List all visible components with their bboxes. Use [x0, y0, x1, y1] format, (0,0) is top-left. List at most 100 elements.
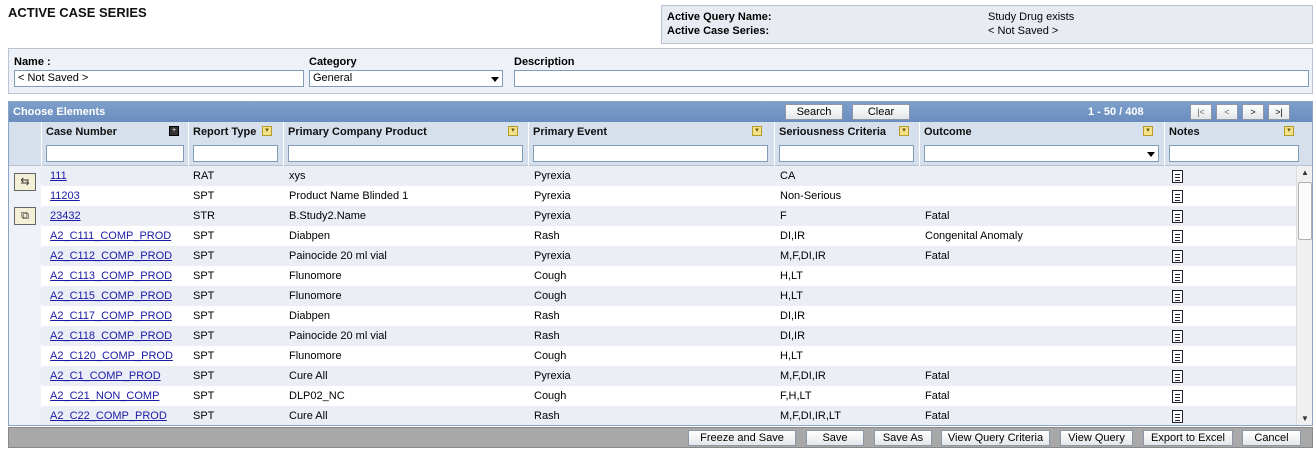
- table-row[interactable]: A2_C115_COMP_PROD SPT Flunomore Cough H,LT: [41, 286, 1297, 306]
- sort-icon[interactable]: ▾: [1143, 126, 1153, 136]
- table-row[interactable]: 111 RAT xys Pyrexia CA: [41, 166, 1297, 186]
- name-input[interactable]: < Not Saved >: [14, 70, 304, 87]
- next-page-button[interactable]: >: [1242, 104, 1264, 120]
- case-number-link[interactable]: A2_C115_COMP_PROD: [50, 290, 172, 302]
- notes-icon[interactable]: [1172, 330, 1183, 343]
- case-number-link[interactable]: A2_C117_COMP_PROD: [50, 310, 172, 322]
- sort-icon[interactable]: ▾: [752, 126, 762, 136]
- case-number-link[interactable]: A2_C118_COMP_PROD: [50, 330, 172, 342]
- cancel-button[interactable]: Cancel: [1242, 430, 1301, 446]
- table-row[interactable]: A2_C1_COMP_PROD SPT Cure All Pyrexia M,F,DI,…: [41, 366, 1297, 386]
- export-to-excel-button[interactable]: Export to Excel: [1143, 430, 1233, 446]
- case-number-link[interactable]: A2_C22_COMP_PROD: [50, 410, 167, 422]
- case-number-filter[interactable]: [46, 145, 184, 162]
- case-number-link[interactable]: 23432: [50, 210, 81, 222]
- case-number-cell[interactable]: A2_C118_COMP_PROD: [50, 330, 172, 342]
- table-row[interactable]: A2_C117_COMP_PROD SPT Diabpen Rash DI,IR: [41, 306, 1297, 326]
- table-row[interactable]: 23432 STR B.Study2.Name Pyrexia F Fatal: [41, 206, 1297, 226]
- notes-icon[interactable]: [1172, 230, 1183, 243]
- notes-icon[interactable]: [1172, 190, 1183, 203]
- grid-header: Choose Elements Search Clear 1 - 50 / 40…: [9, 102, 1312, 122]
- table-row[interactable]: A2_C22_COMP_PROD SPT Cure All Rash M,F,DI,IR…: [41, 406, 1297, 425]
- case-number-cell[interactable]: A2_C117_COMP_PROD: [50, 310, 172, 322]
- save-button[interactable]: Save: [806, 430, 864, 446]
- notes-icon[interactable]: [1172, 410, 1183, 423]
- case-number-link[interactable]: 111: [50, 170, 67, 182]
- view-query-button[interactable]: View Query: [1060, 430, 1133, 446]
- table-row[interactable]: A2_C120_COMP_PROD SPT Flunomore Cough H,LT: [41, 346, 1297, 366]
- case-number-cell[interactable]: A2_C1_COMP_PROD: [50, 370, 161, 382]
- sort-icon[interactable]: ▾: [508, 126, 518, 136]
- case-number-link[interactable]: A2_C111_COMP_PROD: [50, 230, 171, 242]
- add-to-series-icon[interactable]: ⇆: [14, 173, 36, 191]
- table-row[interactable]: A2_C21_NON_COMP SPT DLP02_NC Cough F,H,LT Fat…: [41, 386, 1297, 406]
- case-number-cell[interactable]: A2_C112_COMP_PROD: [50, 250, 172, 262]
- first-page-button[interactable]: |<: [1190, 104, 1212, 120]
- report-type-filter[interactable]: [193, 145, 278, 162]
- category-select[interactable]: General: [309, 70, 503, 87]
- save-as-button[interactable]: Save As: [874, 430, 932, 446]
- product-cell: DLP02_NC: [289, 390, 345, 402]
- case-number-cell[interactable]: A2_C113_COMP_PROD: [50, 270, 172, 282]
- copy-series-icon[interactable]: ⧉: [14, 207, 36, 225]
- scroll-thumb[interactable]: [1298, 182, 1312, 240]
- case-number-cell[interactable]: A2_C22_COMP_PROD: [50, 410, 167, 422]
- case-number-cell[interactable]: 111: [50, 170, 67, 182]
- scroll-up-icon[interactable]: ▲: [1297, 166, 1312, 180]
- sort-icon[interactable]: ▾: [1284, 126, 1294, 136]
- vertical-scrollbar[interactable]: ▲ ▼: [1296, 166, 1312, 425]
- case-number-link[interactable]: A2_C113_COMP_PROD: [50, 270, 172, 282]
- view-query-criteria-button[interactable]: View Query Criteria: [941, 430, 1050, 446]
- sort-icon[interactable]: ▾: [262, 126, 272, 136]
- sort-icon[interactable]: +: [169, 126, 179, 136]
- notes-icon[interactable]: [1172, 310, 1183, 323]
- table-row[interactable]: A2_C113_COMP_PROD SPT Flunomore Cough H,LT: [41, 266, 1297, 286]
- case-number-link[interactable]: 11203: [50, 190, 80, 202]
- case-number-cell[interactable]: A2_C115_COMP_PROD: [50, 290, 172, 302]
- event-cell: Rash: [534, 230, 560, 242]
- report-type-cell: SPT: [193, 230, 215, 242]
- scroll-down-icon[interactable]: ▼: [1297, 412, 1312, 425]
- seriousness-filter[interactable]: [779, 145, 914, 162]
- prev-page-button[interactable]: <: [1216, 104, 1238, 120]
- notes-icon[interactable]: [1172, 350, 1183, 363]
- report-type-cell: RAT: [193, 170, 215, 182]
- primary-event-filter[interactable]: [533, 145, 768, 162]
- case-number-cell[interactable]: A2_C111_COMP_PROD: [50, 230, 171, 242]
- notes-icon[interactable]: [1172, 390, 1183, 403]
- description-label: Description: [514, 56, 575, 68]
- case-number-link[interactable]: A2_C112_COMP_PROD: [50, 250, 172, 262]
- case-number-cell[interactable]: 11203: [50, 190, 80, 202]
- notes-icon[interactable]: [1172, 270, 1183, 283]
- search-button[interactable]: Search: [785, 104, 843, 120]
- description-input[interactable]: [514, 70, 1309, 87]
- table-row[interactable]: A2_C118_COMP_PROD SPT Painocide 20 ml vial…: [41, 326, 1297, 346]
- notes-icon[interactable]: [1172, 170, 1183, 183]
- case-number-cell[interactable]: 23432: [50, 210, 81, 222]
- sort-icon[interactable]: ▾: [899, 126, 909, 136]
- column-header-row: Case Number + Report Type ▾ Primary Comp…: [9, 122, 1312, 166]
- notes-icon[interactable]: [1172, 250, 1183, 263]
- notes-icon[interactable]: [1172, 210, 1183, 223]
- last-page-button[interactable]: >|: [1268, 104, 1290, 120]
- notes-icon[interactable]: [1172, 290, 1183, 303]
- notes-filter[interactable]: [1169, 145, 1299, 162]
- event-cell: Pyrexia: [534, 210, 571, 222]
- case-number-link[interactable]: A2_C120_COMP_PROD: [50, 350, 173, 362]
- table-row[interactable]: 11203 SPT Product Name Blinded 1 Pyrexia Non…: [41, 186, 1297, 206]
- case-number-cell[interactable]: A2_C120_COMP_PROD: [50, 350, 173, 362]
- event-cell: Pyrexia: [534, 170, 571, 182]
- table-row[interactable]: A2_C112_COMP_PROD SPT Painocide 20 ml vial…: [41, 246, 1297, 266]
- outcome-filter[interactable]: [924, 145, 1159, 162]
- table-row[interactable]: A2_C111_COMP_PROD SPT Diabpen Rash DI,IR Cong…: [41, 226, 1297, 246]
- case-number-link[interactable]: A2_C1_COMP_PROD: [50, 370, 161, 382]
- product-cell: B.Study2.Name: [289, 210, 367, 222]
- notes-icon[interactable]: [1172, 370, 1183, 383]
- case-number-cell[interactable]: A2_C21_NON_COMP: [50, 390, 159, 402]
- primary-product-filter[interactable]: [288, 145, 523, 162]
- report-type-cell: SPT: [193, 290, 215, 302]
- clear-button[interactable]: Clear: [852, 104, 910, 120]
- freeze-and-save-button[interactable]: Freeze and Save: [688, 430, 796, 446]
- column-notes: Notes ▾: [1164, 122, 1312, 166]
- case-number-link[interactable]: A2_C21_NON_COMP: [50, 390, 159, 402]
